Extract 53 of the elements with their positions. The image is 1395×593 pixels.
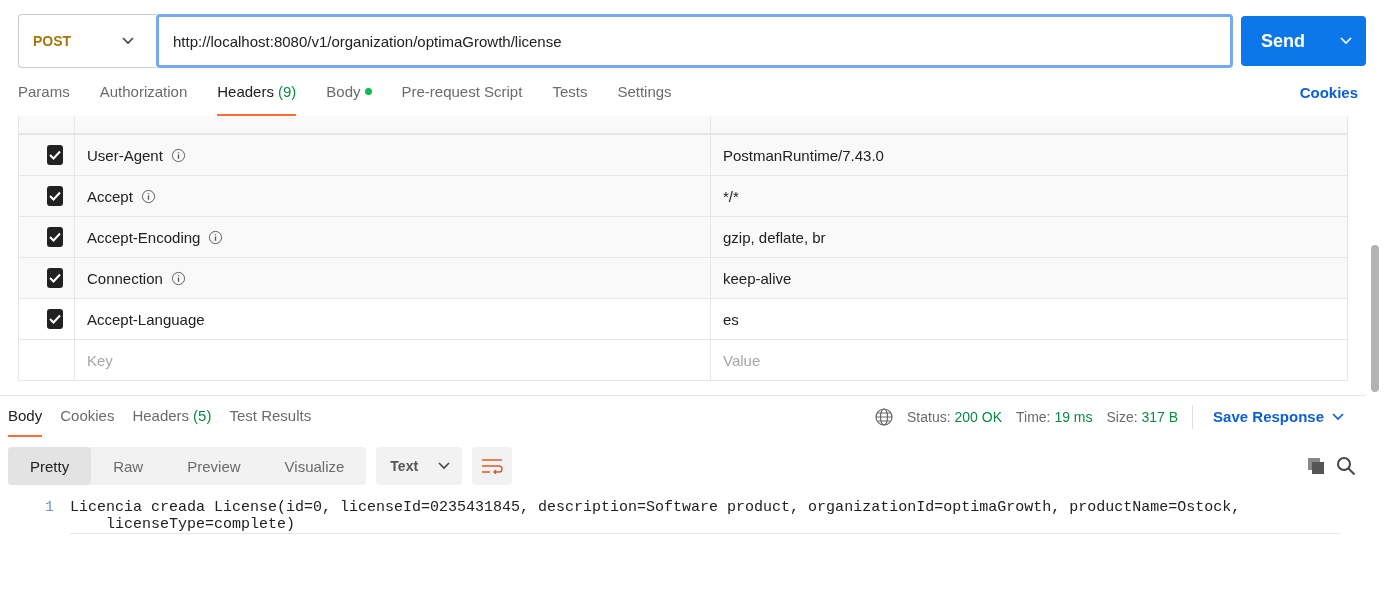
- caret-icon: [1340, 37, 1352, 45]
- header-key: Accept-Language: [87, 310, 205, 328]
- method-dropdown[interactable]: POST: [18, 14, 156, 68]
- scrollbar-thumb[interactable]: [1371, 245, 1379, 392]
- line-number: 1: [44, 499, 55, 518]
- request-tab[interactable]: Body: [326, 68, 372, 116]
- globe-icon[interactable]: [875, 407, 894, 426]
- caret-icon: [438, 462, 451, 470]
- checkbox[interactable]: [47, 227, 63, 247]
- request-tab[interactable]: Tests: [552, 68, 588, 116]
- status-value: 317 B: [1141, 408, 1179, 425]
- status-label: Size:: [1106, 408, 1138, 425]
- status-value: 19 ms: [1054, 408, 1093, 425]
- header-value: gzip, deflate, br: [723, 228, 826, 246]
- view-mode-tab[interactable]: Visualize: [262, 447, 367, 485]
- request-tab[interactable]: Pre-request Script: [401, 68, 523, 116]
- caret-icon: [1332, 412, 1344, 421]
- checkbox[interactable]: [47, 186, 63, 206]
- header-value: es: [723, 310, 739, 328]
- request-tab[interactable]: Settings: [617, 68, 672, 116]
- response-tab[interactable]: Cookies: [60, 396, 115, 437]
- view-mode-tab[interactable]: Pretty: [8, 447, 92, 485]
- copy-button[interactable]: [1306, 456, 1326, 476]
- format-dropdown[interactable]: Text: [376, 447, 463, 485]
- header-value: */*: [723, 187, 739, 205]
- search-button[interactable]: [1336, 456, 1356, 476]
- request-tab[interactable]: Authorization: [99, 68, 188, 116]
- header-key: Accept: [87, 187, 133, 205]
- status-label: Status:: [907, 408, 951, 425]
- save-response-button[interactable]: Save Response: [1207, 407, 1350, 426]
- view-mode-tab[interactable]: Raw: [91, 447, 166, 485]
- url-field[interactable]: http://localhost:8080/v1/organization/optimaGrowth/license: [156, 14, 1233, 68]
- response-tab[interactable]: Headers (5): [132, 396, 212, 437]
- cookies-link[interactable]: Cookies: [1299, 68, 1358, 116]
- checkbox[interactable]: [47, 309, 63, 329]
- status-label: Time:: [1016, 408, 1051, 425]
- wrap-lines-icon: [481, 458, 504, 474]
- header-value: PostmanRuntime/7.43.0: [723, 146, 884, 164]
- response-tab[interactable]: Test Results: [229, 396, 312, 437]
- checkbox[interactable]: [47, 268, 63, 288]
- send-button[interactable]: Send: [1241, 16, 1366, 66]
- response-tab[interactable]: Body: [8, 396, 43, 437]
- status-value: 200 OK: [954, 408, 1002, 425]
- view-mode-tab[interactable]: Preview: [165, 447, 263, 485]
- wrap-lines-button[interactable]: [472, 447, 513, 485]
- header-key: User-Agent: [87, 146, 163, 164]
- header-key: Accept-Encoding: [87, 228, 201, 246]
- code-line: Licencia creada License(id=0, licenseId=0235431845, description=Software product, organizationId=optimaGrowth, productName=Ostock, licenseType=complete): [70, 499, 1340, 534]
- caret-icon: [122, 37, 134, 45]
- header-key: Connection: [87, 269, 163, 287]
- request-tab[interactable]: Params: [18, 68, 70, 116]
- checkbox[interactable]: [47, 145, 63, 165]
- header-value: keep-alive: [723, 269, 792, 287]
